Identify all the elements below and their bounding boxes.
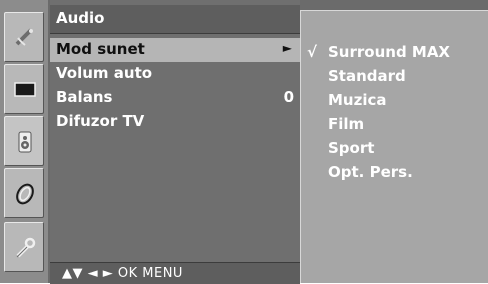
submenu-option-label: Film [328, 115, 365, 133]
submenu-option-label: Surround MAX [328, 43, 450, 61]
submenu-option-label: Standard [328, 67, 406, 85]
submenu-option-label: Sport [328, 139, 375, 157]
menu-title-bar: Audio [50, 5, 300, 34]
menu-item-label: Mod sunet [56, 40, 145, 58]
clock-icon [16, 183, 34, 205]
picture-icon [14, 82, 36, 97]
menu-item-balance[interactable]: Balans 0 [50, 86, 300, 110]
speaker-icon [18, 131, 32, 153]
rail-item-audio[interactable] [4, 116, 44, 166]
submenu-option-label: Muzica [328, 91, 387, 109]
check-mark-icon: √ [307, 43, 318, 61]
menu-item-label: Difuzor TV [56, 112, 145, 130]
menu-item-sound-mode[interactable]: Mod sunet ► [50, 38, 300, 62]
menu-item-tv-speaker[interactable]: Difuzor TV [50, 110, 300, 134]
submenu-option-movie[interactable]: Film [301, 113, 488, 137]
menu-item-auto-volume[interactable]: Volum auto [50, 62, 300, 86]
submenu-option-surround-max[interactable]: √ Surround MAX [301, 41, 488, 65]
submenu-arrow-icon: ► [282, 41, 292, 55]
menu-item-label: Balans [56, 88, 113, 106]
rail-item-option[interactable] [4, 222, 44, 272]
rail-item-picture[interactable] [4, 64, 44, 114]
navigation-hint: ▲▼ ◄ ► OK MENU [62, 266, 183, 281]
sound-mode-submenu: √ Surround MAX Standard Muzica Film Spor… [300, 10, 488, 283]
submenu-option-label: Opt. Pers. [328, 163, 413, 181]
rail-item-setup[interactable] [4, 12, 44, 62]
navigation-hint-bar: ▲▼ ◄ ► OK MENU [50, 262, 300, 284]
rail-item-time[interactable] [4, 168, 44, 218]
submenu-option-standard[interactable]: Standard [301, 65, 488, 89]
category-rail [0, 0, 48, 283]
submenu-option-sport[interactable]: Sport [301, 137, 488, 161]
menu-item-value: 0 [283, 88, 294, 106]
menu-item-label: Volum auto [56, 64, 153, 82]
wrench-icon [16, 237, 36, 258]
satellite-dish-icon [15, 28, 33, 46]
audio-menu: Audio Mod sunet ► Volum auto Balans 0 Di… [50, 0, 300, 284]
submenu-option-music[interactable]: Muzica [301, 89, 488, 113]
submenu-option-user[interactable]: Opt. Pers. [301, 161, 488, 185]
menu-title: Audio [56, 9, 105, 27]
tv-osd-screen: Audio Mod sunet ► Volum auto Balans 0 Di… [0, 0, 488, 284]
